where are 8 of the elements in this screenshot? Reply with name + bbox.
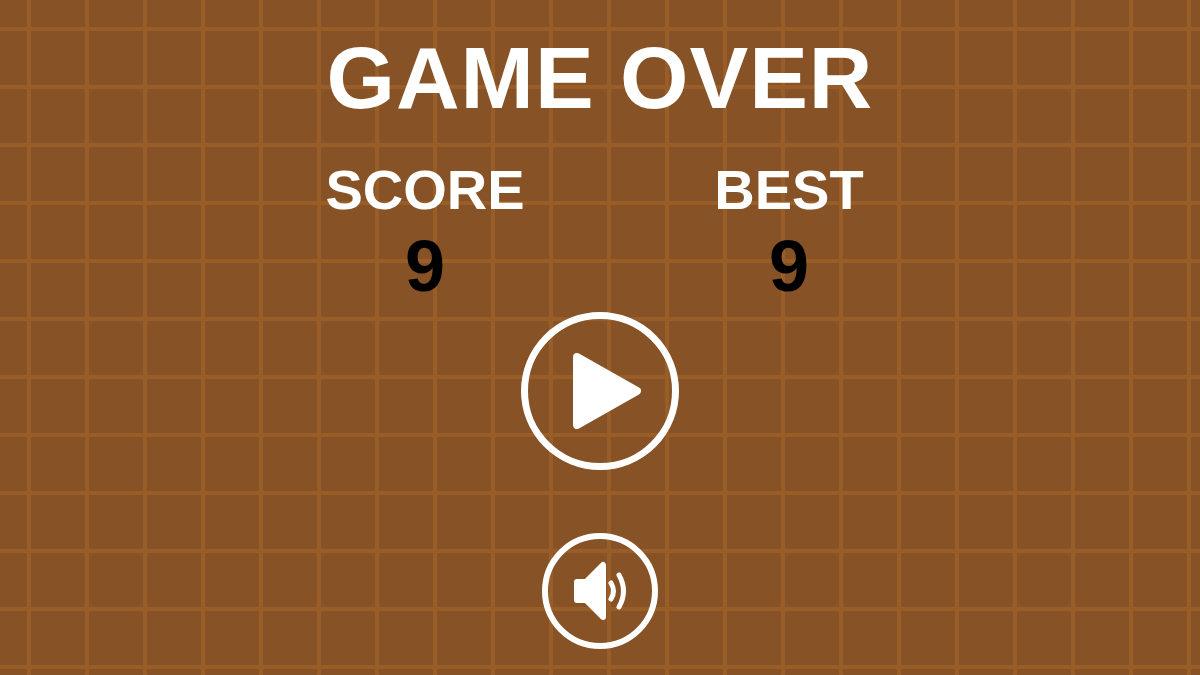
stat-label: BEST	[714, 162, 864, 218]
stat-value: 9	[404, 230, 445, 302]
play-icon	[573, 353, 641, 429]
play-button[interactable]	[521, 312, 679, 470]
game-over-title: GAME OVER	[326, 34, 874, 122]
stat-label: SCORE	[325, 162, 525, 218]
stat-value: 9	[768, 230, 809, 302]
sound-button[interactable]	[542, 533, 658, 649]
